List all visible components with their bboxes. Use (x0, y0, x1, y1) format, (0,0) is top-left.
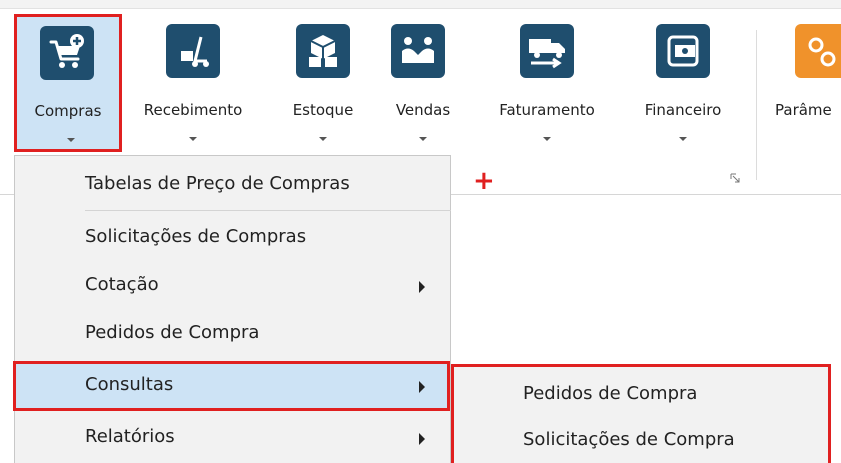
ribbon-button-recebimento[interactable]: Recebimento (130, 14, 256, 154)
ribbon-label-compras: Compras (34, 102, 102, 120)
chevron-down-icon (67, 138, 75, 142)
settings-gears-icon (795, 24, 841, 78)
ribbon-label-financeiro: Financeiro (644, 101, 722, 119)
delivery-truck-icon (520, 24, 574, 78)
chevron-down-icon (679, 137, 687, 141)
menu-item-solicitacoes[interactable]: Solicitações de Compras (15, 215, 450, 261)
ribbon-label-estoque: Estoque (292, 101, 354, 119)
dialog-launcher-icon[interactable] (730, 173, 740, 183)
menu-item-pedidos[interactable]: Pedidos de Compra (15, 311, 450, 357)
chevron-right-icon (419, 433, 425, 445)
chevron-right-icon (419, 281, 425, 293)
money-icon (656, 24, 710, 78)
compras-dropdown-menu: Tabelas de Preço de Compras Solicitações… (13, 155, 451, 463)
ribbon-button-financeiro[interactable]: Financeiro (630, 14, 736, 154)
submenu-item-label: Pedidos de Compra (523, 383, 698, 404)
menu-item-cotacao[interactable]: Cotação (15, 263, 450, 309)
window-top-strip (0, 0, 841, 9)
ribbon-button-estoque[interactable]: Estoque (280, 14, 366, 154)
red-plus-marker: + (473, 166, 495, 196)
submenu-item-pedidos[interactable]: Pedidos de Compra (454, 373, 828, 417)
menu-item-consultas[interactable]: Consultas (13, 361, 450, 411)
hand-truck-icon (166, 24, 220, 78)
boxes-icon (296, 24, 350, 78)
submenu-item-label: Solicitações de Compra (523, 429, 735, 450)
ribbon-label-faturamento: Faturamento (499, 101, 595, 119)
handshake-icon (391, 24, 445, 78)
chevron-down-icon (543, 137, 551, 141)
menu-item-label: Consultas (85, 374, 174, 395)
ribbon-label-parametros: Parâme (775, 101, 832, 119)
chevron-down-icon (189, 137, 197, 141)
shopping-cart-plus-icon (40, 26, 94, 80)
ribbon-button-parametros[interactable]: Parâme (775, 14, 841, 154)
menu-item-relatorios[interactable]: Relatórios (15, 415, 450, 461)
menu-item-label: Solicitações de Compras (85, 226, 307, 247)
menu-item-tabelas-preco[interactable]: Tabelas de Preço de Compras (15, 162, 450, 208)
ribbon-button-vendas[interactable]: Vendas (386, 14, 460, 154)
ribbon-label-recebimento: Recebimento (143, 101, 243, 119)
menu-separator (85, 210, 451, 211)
ribbon-button-compras[interactable]: Compras (14, 14, 122, 152)
consultas-submenu: Pedidos de Compra Solicitações de Compra (451, 364, 831, 463)
menu-item-label: Cotação (85, 274, 159, 295)
submenu-item-solicitacoes[interactable]: Solicitações de Compra (454, 419, 828, 463)
ribbon-label-vendas: Vendas (395, 101, 451, 119)
menu-item-label: Tabelas de Preço de Compras (85, 173, 350, 194)
chevron-right-icon (419, 381, 425, 393)
chevron-down-icon (419, 137, 427, 141)
menu-item-label: Pedidos de Compra (85, 322, 260, 343)
ribbon-button-faturamento[interactable]: Faturamento (482, 14, 612, 154)
ribbon-group-separator (756, 30, 757, 180)
menu-item-label: Relatórios (85, 426, 175, 447)
chevron-down-icon (319, 137, 327, 141)
